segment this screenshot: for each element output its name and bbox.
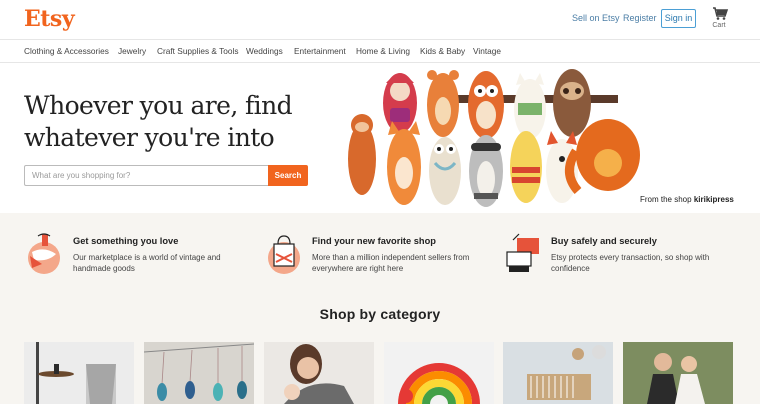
- search-button[interactable]: Search: [268, 165, 308, 186]
- category-tile-home[interactable]: [24, 342, 134, 404]
- plush-owl-small: [429, 137, 461, 205]
- vp-body-secure: Etsy protects every transaction, so shop…: [551, 253, 710, 273]
- plush-sloth: [553, 69, 591, 137]
- plush-bird: [510, 131, 542, 203]
- vp-title-shop: Find your new favorite shop: [312, 236, 436, 246]
- credit-shop-link[interactable]: kirikipress: [694, 195, 734, 204]
- nav-jewelry[interactable]: Jewelry: [118, 46, 146, 56]
- cart-button[interactable]: Cart: [708, 6, 730, 32]
- category-tile-weddings[interactable]: [623, 342, 733, 404]
- site-header: Etsy Sell on Etsy Register Sign in Cart: [0, 0, 760, 40]
- category-nav: Clothing & Accessories Jewelry Craft Sup…: [0, 40, 760, 63]
- plush-cat: [514, 73, 546, 139]
- hero-headline: Whoever you are, find whatever you're in…: [24, 90, 324, 154]
- nav-home-living[interactable]: Home & Living: [356, 46, 410, 56]
- category-tile-toys[interactable]: [384, 342, 494, 404]
- nav-vintage[interactable]: Vintage: [473, 46, 501, 56]
- category-image-toys: [384, 342, 494, 404]
- register-link[interactable]: Register: [623, 13, 657, 23]
- plush-fox: [387, 121, 421, 205]
- search-input[interactable]: [24, 165, 268, 186]
- plush-monkey: [348, 114, 376, 195]
- category-image-weddings: [623, 342, 733, 404]
- shop-by-category-heading: Shop by category: [319, 306, 441, 322]
- cart-icon: [713, 7, 729, 20]
- vp-body-shop: More than a million independent sellers …: [312, 253, 470, 273]
- plush-bear: [427, 70, 459, 137]
- secure-payment-icon: [506, 233, 539, 272]
- category-image-home: [24, 342, 134, 404]
- nav-entertainment[interactable]: Entertainment: [294, 46, 346, 56]
- category-image-jewelry: [144, 342, 254, 404]
- category-tile-craft[interactable]: [503, 342, 613, 404]
- nav-weddings[interactable]: Weddings: [246, 46, 283, 56]
- plush-raccoon: [469, 135, 503, 207]
- nav-clothing-accessories[interactable]: Clothing & Accessories: [24, 46, 109, 56]
- vp-title-love: Get something you love: [73, 236, 179, 246]
- category-tile-jewelry[interactable]: [144, 342, 254, 404]
- etsy-logo[interactable]: Etsy: [24, 6, 75, 32]
- vp-body-love: Our marketplace is a world of vintage an…: [73, 253, 221, 273]
- cart-label: Cart: [712, 22, 726, 29]
- plush-matryoshka: [383, 73, 417, 133]
- signin-button[interactable]: Sign in: [661, 9, 696, 28]
- headline-line-2: whatever you're into: [24, 123, 275, 152]
- nav-craft-supplies[interactable]: Craft Supplies & Tools: [157, 46, 238, 56]
- category-tile-clothing[interactable]: [264, 342, 374, 404]
- category-image-craft: [503, 342, 613, 404]
- shop-bag-icon: [268, 235, 300, 274]
- plush-owl: [468, 71, 504, 139]
- headline-line-1: Whoever you are, find: [24, 91, 293, 120]
- hero-credit: From the shop kirikipress: [640, 195, 734, 204]
- scarf-gift-icon: [28, 233, 60, 274]
- vp-title-secure: Buy safely and securely: [551, 236, 657, 246]
- nav-kids-baby[interactable]: Kids & Baby: [420, 46, 465, 56]
- category-image-clothing: [264, 342, 374, 404]
- hero-plush-animals-image: [348, 69, 640, 207]
- credit-prefix: From the shop: [640, 195, 692, 204]
- sell-on-etsy-link[interactable]: Sell on Etsy: [572, 13, 620, 23]
